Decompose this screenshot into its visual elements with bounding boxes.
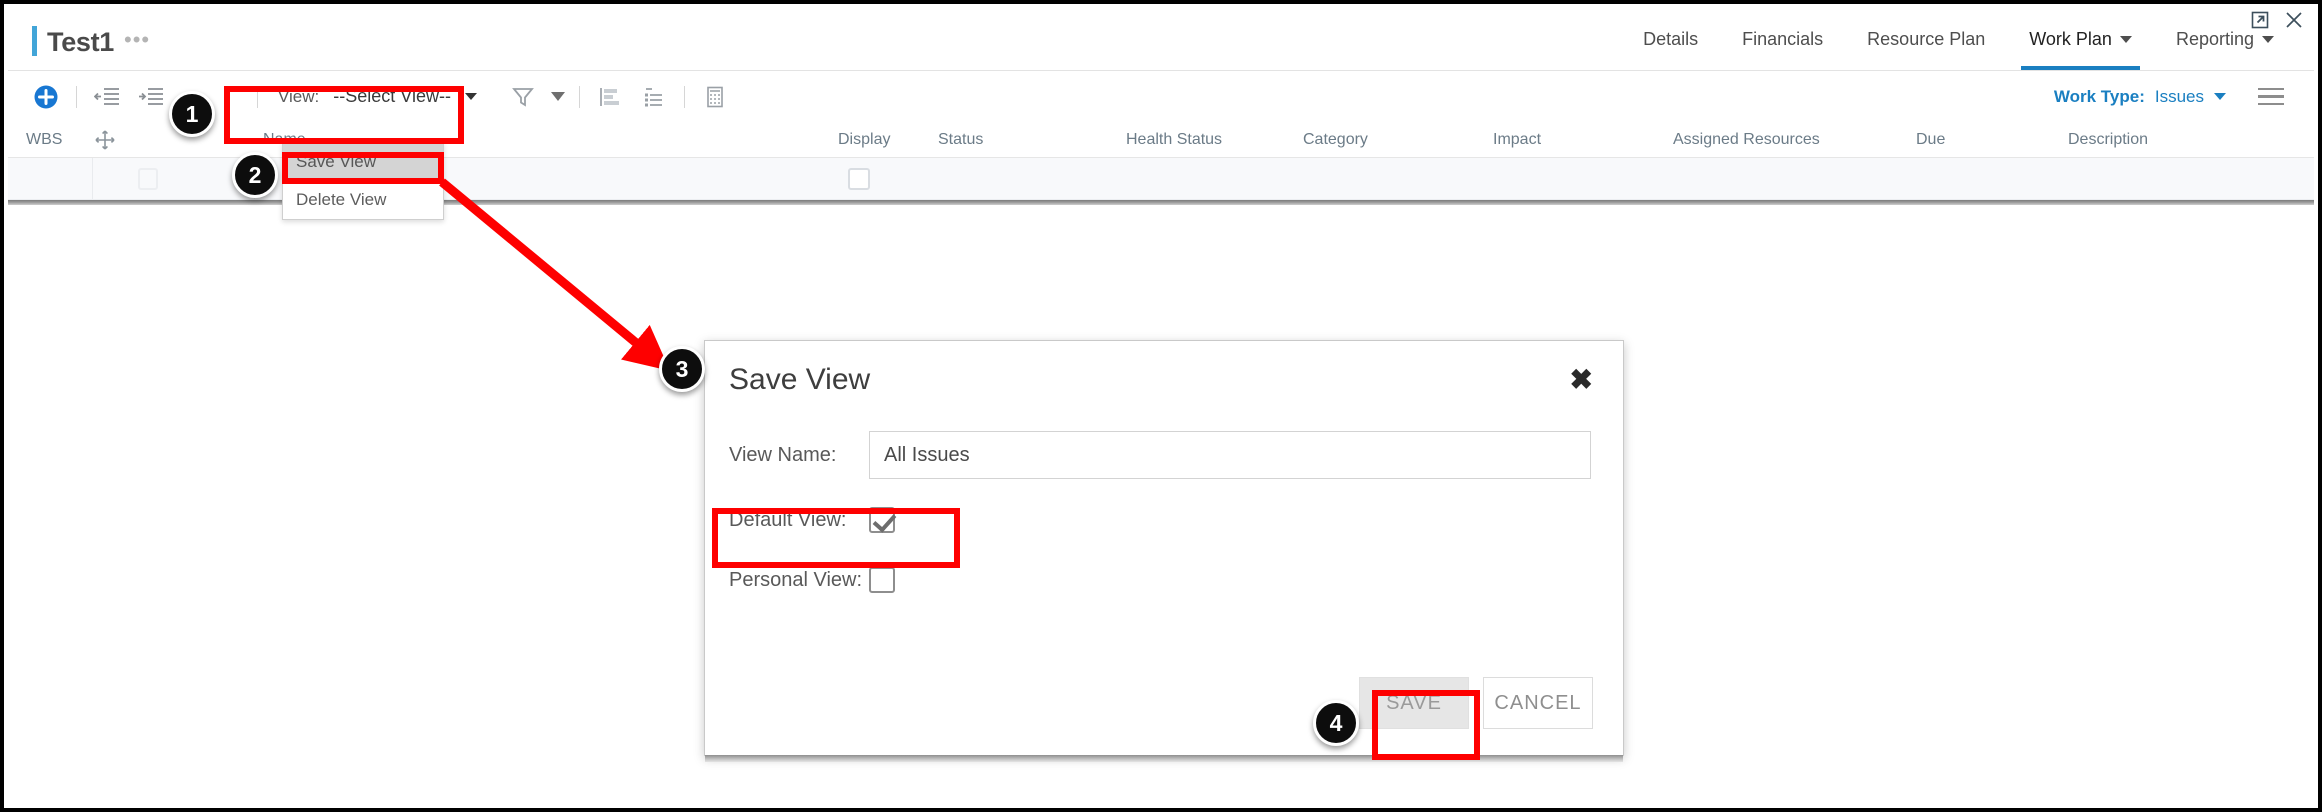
close-icon[interactable]: ✖ — [1570, 366, 1593, 394]
hamburger-line — [2258, 87, 2284, 91]
personal-view-label: Personal View: — [729, 568, 863, 591]
title-more-icon[interactable]: ••• — [124, 27, 150, 53]
tab-details[interactable]: Details — [1621, 8, 1720, 70]
add-circle-icon[interactable] — [24, 75, 68, 119]
checkbox-box — [848, 167, 870, 190]
column-header-assigned-resources[interactable]: Assigned Resources — [1673, 122, 1820, 157]
column-header-due[interactable]: Due — [1916, 122, 1945, 157]
list-view-icon[interactable] — [632, 75, 676, 119]
toolbar-divider — [578, 85, 580, 108]
window-controls — [2250, 10, 2304, 30]
filter-icon[interactable] — [501, 75, 545, 119]
page-title: Test1 ••• — [32, 21, 150, 58]
tab-resource-plan-label: Resource Plan — [1867, 28, 1986, 49]
project-title-text: Test1 — [47, 26, 115, 57]
row-display-checkbox[interactable] — [848, 158, 870, 199]
view-dropdown-menu: Save View Delete View — [282, 142, 444, 220]
column-header-wbs[interactable]: WBS — [26, 122, 62, 157]
column-header-health-status[interactable]: Health Status — [1126, 122, 1222, 157]
dialog-header: Save View ✖ — [705, 341, 1623, 419]
view-select-value: --Select View-- — [333, 86, 451, 106]
tab-financials[interactable]: Financials — [1720, 8, 1845, 70]
column-header-display[interactable]: Display — [838, 122, 890, 157]
dialog-body: View Name: Default View: Personal View: — [705, 419, 1623, 593]
save-view-dialog: Save View ✖ View Name: Default View: Per… — [704, 340, 1624, 762]
save-button[interactable]: SAVE — [1359, 677, 1469, 729]
dialog-footer: SAVE CANCEL — [1359, 677, 1593, 729]
chevron-down-icon — [464, 93, 477, 100]
close-icon[interactable] — [2284, 10, 2304, 30]
tab-work-plan[interactable]: Work Plan — [2007, 8, 2154, 70]
view-select-dropdown[interactable]: --Select View-- — [333, 86, 477, 107]
step-badge-1: 1 — [169, 91, 215, 137]
personal-view-checkbox[interactable] — [869, 567, 895, 593]
toolbar-divider — [76, 85, 77, 108]
indent-icon[interactable] — [129, 75, 173, 119]
step-badge-2: 2 — [232, 152, 278, 198]
view-selector-group: View: --Select View-- — [266, 86, 477, 107]
popout-icon[interactable] — [2250, 10, 2270, 30]
toolbar-left-group: View: --Select View-- — [8, 71, 737, 123]
tab-work-plan-label: Work Plan — [2029, 28, 2112, 49]
row-drag-handle[interactable] — [138, 158, 158, 199]
dialog-title: Save View — [729, 363, 871, 396]
chevron-down-icon — [550, 92, 565, 101]
chevron-down-icon — [2262, 35, 2274, 43]
view-name-input[interactable] — [869, 431, 1591, 479]
view-label: View: — [278, 86, 320, 106]
toolbar-divider — [683, 85, 685, 108]
work-type-prefix: Work Type: — [2053, 86, 2145, 106]
app-header: Test1 ••• Details Financials Resource Pl… — [8, 8, 2314, 70]
personal-view-row: Personal View: — [729, 567, 1591, 593]
toolbar-right-group: Work Type: Issues — [2054, 75, 2314, 119]
main-nav-tabs: Details Financials Resource Plan Work Pl… — [1621, 8, 2296, 70]
default-view-label: Default View: — [729, 508, 847, 531]
chevron-down-icon — [2119, 35, 2132, 43]
view-name-label: View Name: — [729, 443, 837, 466]
outdent-icon[interactable] — [85, 75, 129, 119]
tab-details-label: Details — [1643, 28, 1699, 49]
work-type-dropdown[interactable]: Work Type: Issues — [2054, 87, 2226, 107]
app-window: Test1 ••• Details Financials Resource Pl… — [0, 0, 2322, 812]
delete-view-menu-label: Delete View — [296, 190, 387, 209]
default-view-checkbox[interactable] — [869, 507, 895, 533]
grid-view-icon[interactable] — [693, 75, 737, 119]
work-plan-toolbar: View: --Select View-- Work Type: Issues — [8, 70, 2314, 122]
toolbar-divider — [257, 85, 258, 108]
delete-view-menu-item[interactable]: Delete View — [283, 181, 443, 219]
column-divider — [92, 158, 93, 199]
tab-financials-label: Financials — [1742, 28, 1824, 49]
chevron-down-icon — [2214, 93, 2226, 100]
view-name-row: View Name: — [729, 431, 1591, 479]
save-view-menu-label: Save View — [296, 152, 377, 171]
column-header-category[interactable]: Category — [1303, 122, 1368, 157]
hamburger-line — [2258, 102, 2284, 106]
tab-reporting-label: Reporting — [2175, 28, 2254, 49]
hamburger-menu-icon[interactable] — [2248, 75, 2294, 119]
work-type-value: Issues — [2154, 86, 2204, 106]
group-by-icon[interactable] — [588, 75, 632, 119]
filter-dropdown-caret[interactable] — [545, 75, 571, 119]
save-view-menu-item[interactable]: Save View — [283, 143, 443, 181]
move-handle-icon — [94, 122, 116, 157]
cancel-button[interactable]: CANCEL — [1483, 677, 1593, 729]
title-accent-bar — [32, 25, 37, 56]
default-view-row: Default View: — [729, 507, 1591, 533]
step-badge-3: 3 — [659, 346, 705, 392]
tab-resource-plan[interactable]: Resource Plan — [1845, 8, 2007, 70]
step-badge-4: 4 — [1313, 700, 1359, 746]
hamburger-line — [2258, 95, 2284, 98]
column-header-impact[interactable]: Impact — [1493, 122, 1541, 157]
column-header-description[interactable]: Description — [2068, 122, 2148, 157]
column-header-status[interactable]: Status — [938, 122, 983, 157]
